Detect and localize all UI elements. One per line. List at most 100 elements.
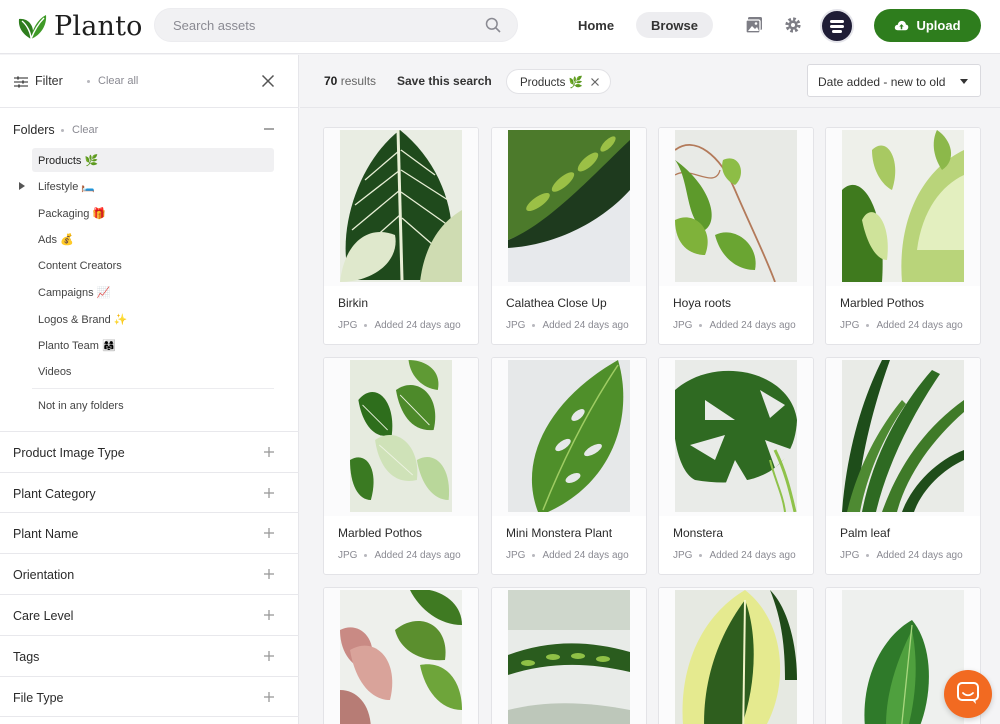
folder-item-planto-team[interactable]: Planto Team 👩‍👩‍👧	[32, 333, 274, 357]
folder-item-not-in-folders[interactable]: Not in any folders	[32, 394, 274, 418]
added-date: Added 24 days ago	[709, 320, 796, 331]
marbled-pothos-image	[842, 130, 964, 282]
asset-title[interactable]: Calathea Close Up	[506, 296, 607, 310]
user-avatar[interactable]	[820, 9, 854, 43]
asset-thumbnail[interactable]	[492, 588, 646, 724]
asset-thumbnail[interactable]	[659, 588, 813, 724]
asset-card[interactable]: Marbled Pothos JPG Added 24 days ago	[825, 127, 981, 345]
file-type: JPG	[506, 550, 526, 561]
folder-item-packaging[interactable]: Packaging 🎁	[32, 201, 274, 225]
avatar-line	[832, 30, 842, 33]
asset-card[interactable]	[323, 587, 479, 724]
folder-item-videos[interactable]: Videos	[32, 360, 274, 384]
folder-item-ads[interactable]: Ads 💰	[32, 227, 274, 251]
asset-title[interactable]: Birkin	[338, 296, 368, 310]
facet-product-image-type[interactable]: Product Image Type	[0, 431, 299, 472]
search-input[interactable]	[173, 9, 473, 41]
avatar-line	[830, 20, 844, 23]
facet-file-type[interactable]: File Type	[0, 676, 299, 717]
expand-plus-icon[interactable]	[263, 527, 275, 539]
chevron-down-icon	[960, 79, 968, 84]
image-gallery-icon[interactable]	[744, 15, 764, 35]
variegated-ficus-image	[675, 590, 797, 724]
asset-thumbnail[interactable]	[492, 358, 646, 516]
monstera-image	[675, 360, 797, 512]
separator-dot	[532, 554, 536, 557]
upload-button[interactable]: Upload	[874, 9, 981, 42]
asset-title[interactable]: Monstera	[673, 526, 723, 540]
asset-card[interactable]: Birkin JPG Added 24 days ago	[323, 127, 479, 345]
expand-plus-icon[interactable]	[263, 487, 275, 499]
separator-dot	[866, 324, 870, 327]
asset-title[interactable]: Marbled Pothos	[840, 296, 924, 310]
asset-thumbnail[interactable]	[826, 128, 980, 286]
asset-thumbnail[interactable]	[659, 358, 813, 516]
facet-plant-name[interactable]: Plant Name	[0, 512, 299, 553]
search-icon[interactable]	[485, 17, 501, 33]
asset-card[interactable]: Hoya roots JPG Added 24 days ago	[658, 127, 814, 345]
save-search-button[interactable]: Save this search	[397, 74, 492, 88]
expand-plus-icon[interactable]	[263, 446, 275, 458]
collapse-minus-icon[interactable]	[263, 123, 275, 135]
facet-plant-category[interactable]: Plant Category	[0, 472, 299, 513]
folder-item-products[interactable]: Products 🌿	[32, 148, 274, 172]
folder-item-logos-brand[interactable]: Logos & Brand ✨	[32, 307, 274, 331]
asset-meta: JPG Added 24 days ago	[506, 320, 629, 331]
asset-card[interactable]: Marbled Pothos JPG Added 24 days ago	[323, 357, 479, 575]
separator-dot	[532, 324, 536, 327]
nav-home-link[interactable]: Home	[566, 12, 626, 38]
asset-card[interactable]: Monstera JPG Added 24 days ago	[658, 357, 814, 575]
added-date: Added 24 days ago	[542, 550, 629, 561]
remove-chip-icon[interactable]	[590, 77, 599, 86]
nav-browse-link[interactable]: Browse	[636, 12, 713, 38]
asset-title[interactable]: Hoya roots	[673, 296, 731, 310]
asset-thumbnail[interactable]	[324, 128, 478, 286]
asset-card[interactable]: Calathea Close Up JPG Added 24 days ago	[491, 127, 647, 345]
folder-item-lifestyle[interactable]: Lifestyle 🛏️	[32, 174, 274, 198]
asset-card[interactable]: Palm leaf JPG Added 24 days ago	[825, 357, 981, 575]
asset-thumbnail[interactable]	[324, 358, 478, 516]
birkin-leaf-image	[340, 130, 462, 282]
results-count: 70 results	[324, 74, 376, 88]
pink-syngonium-image	[340, 590, 462, 724]
planto-logo[interactable]: Planto	[14, 8, 143, 44]
asset-title[interactable]: Marbled Pothos	[338, 526, 422, 540]
asset-thumbnail[interactable]	[659, 128, 813, 286]
expand-caret-icon[interactable]	[19, 182, 25, 190]
divider	[0, 107, 299, 108]
file-type: JPG	[840, 320, 860, 331]
folder-item-content-creators[interactable]: Content Creators	[32, 254, 274, 278]
added-date: Added 24 days ago	[374, 550, 461, 561]
sort-dropdown[interactable]: Date added - new to old	[807, 64, 981, 97]
facet-orientation[interactable]: Orientation	[0, 553, 299, 594]
asset-meta: JPG Added 24 days ago	[673, 550, 796, 561]
results-number: 70	[324, 74, 338, 88]
asset-title[interactable]: Mini Monstera Plant	[506, 526, 612, 540]
asset-card[interactable]: Mini Monstera Plant JPG Added 24 days ag…	[491, 357, 647, 575]
palm-leaf-image	[842, 360, 964, 512]
folder-item-campaigns[interactable]: Campaigns 📈	[32, 280, 274, 304]
expand-plus-icon[interactable]	[263, 568, 275, 580]
close-icon[interactable]	[261, 74, 275, 88]
facet-care-level[interactable]: Care Level	[0, 594, 299, 635]
expand-plus-icon[interactable]	[263, 691, 275, 703]
chat-launcher-button[interactable]	[944, 670, 992, 718]
separator-dot	[87, 79, 90, 83]
asset-title[interactable]: Palm leaf	[840, 526, 890, 540]
asset-thumbnail[interactable]	[492, 128, 646, 286]
active-filter-chip: Products 🌿	[506, 69, 611, 94]
expand-plus-icon[interactable]	[263, 650, 275, 662]
folders-clear-link[interactable]: Clear	[61, 124, 98, 136]
clear-all-link[interactable]: Clear all	[87, 75, 138, 87]
facet-label: File Type	[13, 691, 64, 705]
asset-thumbnail[interactable]	[324, 588, 478, 724]
asset-thumbnail[interactable]	[826, 358, 980, 516]
added-date: Added 24 days ago	[876, 320, 963, 331]
gear-icon[interactable]	[783, 15, 803, 35]
expand-plus-icon[interactable]	[263, 609, 275, 621]
asset-card[interactable]	[658, 587, 814, 724]
facet-tags[interactable]: Tags	[0, 635, 299, 676]
search-bar[interactable]	[154, 8, 518, 42]
added-date: Added 24 days ago	[709, 550, 796, 561]
asset-card[interactable]	[491, 587, 647, 724]
